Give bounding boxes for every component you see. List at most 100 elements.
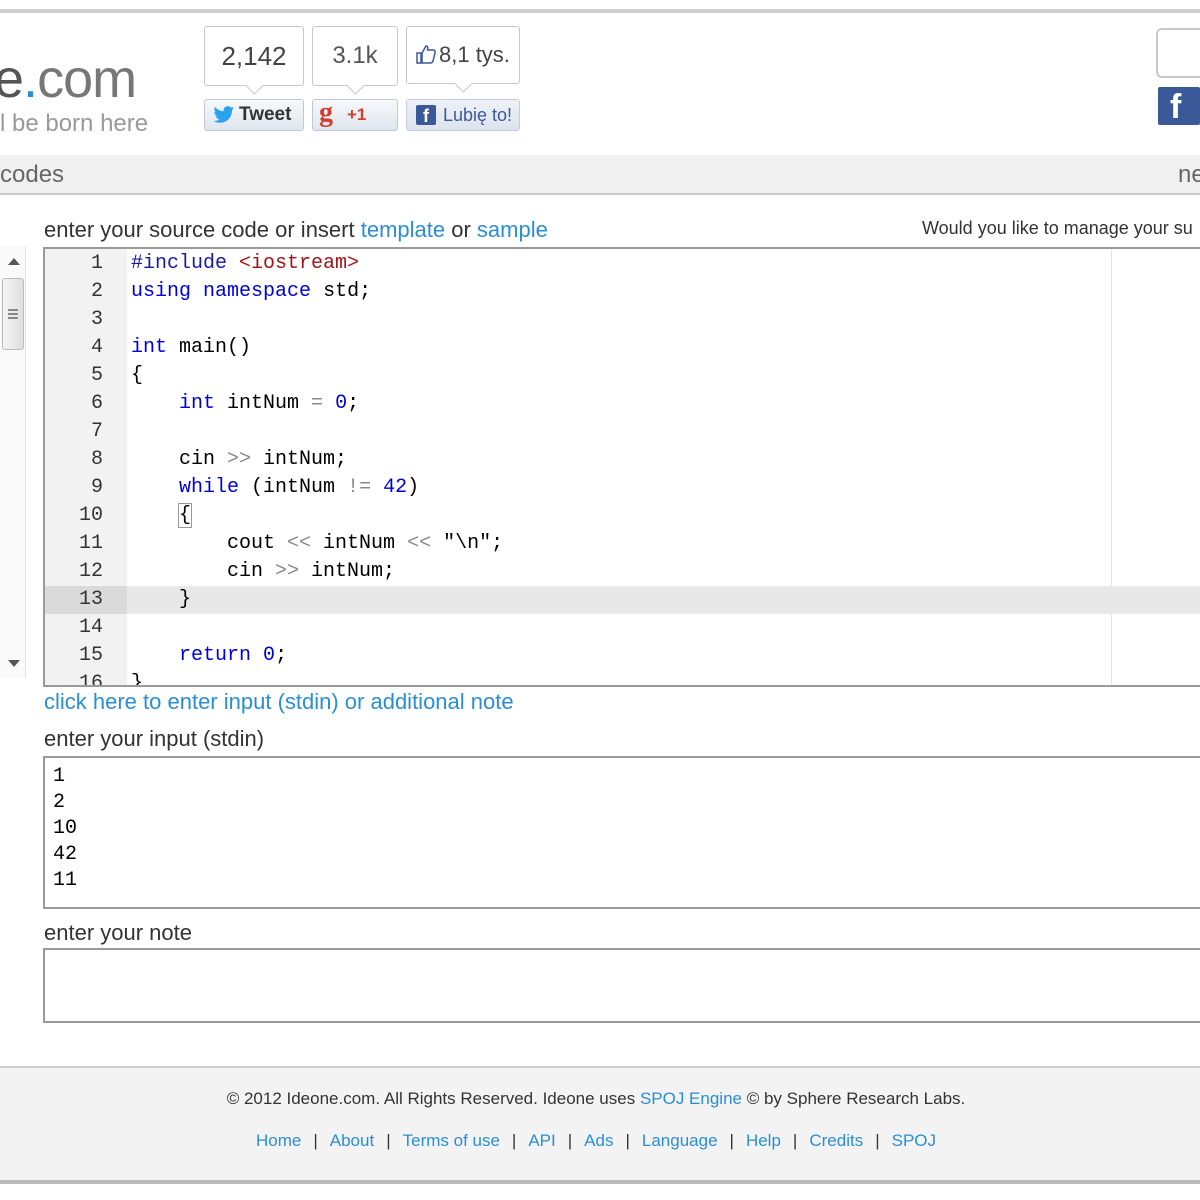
- code-text[interactable]: cout << intNum << "\n";: [131, 530, 503, 558]
- line-number: 3: [90, 308, 103, 331]
- facebook-like-button[interactable]: f Lubię to!: [406, 99, 520, 131]
- code-text[interactable]: cin >> intNum;: [131, 558, 395, 586]
- code-line[interactable]: 14: [45, 614, 1200, 642]
- line-number: 9: [90, 476, 103, 499]
- source-code-editor[interactable]: 1 #include <iostream> 2 using namespace std…: [43, 247, 1200, 687]
- nav-item-codes[interactable]: codes: [0, 161, 64, 189]
- nav-item-new[interactable]: ne: [1178, 161, 1200, 189]
- code-text[interactable]: }: [131, 586, 191, 614]
- footer-link-credits[interactable]: Credits: [809, 1131, 863, 1150]
- site-footer: © 2012 Ideone.com. All Rights Reserved. …: [0, 1066, 1200, 1180]
- editor-scrollbar[interactable]: [0, 246, 26, 678]
- code-text[interactable]: #include <iostream>: [131, 250, 359, 278]
- site-header: e.com l be born here 2,142 3.1k 8,1 tys.…: [0, 13, 1200, 155]
- code-text[interactable]: cin >> intNum;: [131, 446, 347, 474]
- footer-separator: |: [729, 1131, 734, 1150]
- code-line[interactable]: 3: [45, 306, 1200, 334]
- code-line[interactable]: 15 return 0;: [45, 642, 1200, 670]
- stdin-line: 10: [53, 817, 78, 840]
- gplus-button[interactable]: g +1: [312, 98, 398, 131]
- twitter-bird-icon: [213, 106, 235, 123]
- site-slogan: l be born here: [0, 110, 149, 137]
- footer-links: Home | About | Terms of use | API | Ads | Language…: [0, 1130, 1192, 1152]
- site-logo[interactable]: e.com: [0, 49, 137, 109]
- note-textarea[interactable]: [43, 948, 1200, 1023]
- footer-separator: |: [625, 1131, 630, 1150]
- facebook-like-count: 8,1 tys.: [406, 26, 520, 84]
- line-number: 6: [90, 392, 103, 415]
- line-number: 4: [90, 336, 103, 359]
- code-line[interactable]: 2 using namespace std;: [45, 278, 1200, 306]
- footer-separator: |: [567, 1131, 573, 1150]
- scroll-down-arrow-icon[interactable]: [8, 660, 20, 667]
- logo-dot: .: [23, 49, 38, 109]
- code-line[interactable]: 12 cin >> intNum;: [45, 558, 1200, 586]
- footer-link-language[interactable]: Language: [642, 1131, 718, 1150]
- toggle-input-link[interactable]: click here to enter input (stdin) or add…: [44, 688, 514, 716]
- footer-separator: |: [313, 1131, 318, 1150]
- spoj-engine-link[interactable]: SPOJ Engine: [640, 1089, 742, 1108]
- stdin-textarea[interactable]: 1 2 10 42 11: [43, 756, 1200, 909]
- footer-link-help[interactable]: Help: [746, 1131, 781, 1150]
- footer-link-spoj[interactable]: SPOJ: [892, 1131, 936, 1150]
- footer-link-terms-of-use[interactable]: Terms of use: [403, 1131, 500, 1150]
- stdin-label: enter your input (stdin): [44, 726, 265, 751]
- window-bottom-border-line: [0, 1180, 1200, 1184]
- code-line[interactable]: 11 cout << intNum << "\n";: [45, 530, 1200, 558]
- facebook-f-icon: f: [416, 105, 436, 126]
- footer-separator: |: [511, 1131, 517, 1150]
- code-line[interactable]: 16}: [45, 670, 1200, 687]
- footer-link-api[interactable]: API: [528, 1131, 555, 1150]
- footer-link-ads[interactable]: Ads: [584, 1131, 613, 1150]
- scroll-up-arrow-icon[interactable]: [8, 258, 20, 265]
- code-line[interactable]: 4 int main(): [45, 334, 1200, 362]
- code-line[interactable]: 7: [45, 418, 1200, 446]
- twitter-share-count: 2,142: [204, 26, 304, 86]
- login-input-box[interactable]: [1156, 28, 1200, 78]
- code-text[interactable]: return 0;: [131, 642, 287, 670]
- stdin-line: 2: [53, 791, 66, 814]
- tweet-button[interactable]: Tweet: [204, 99, 304, 131]
- logo-letter: e: [0, 49, 24, 109]
- code-line[interactable]: 5{: [45, 362, 1200, 390]
- code-text[interactable]: }: [131, 670, 143, 685]
- line-number: 11: [78, 532, 103, 555]
- facebook-icon: f: [1170, 88, 1182, 126]
- line-number: 1: [90, 252, 103, 275]
- stdin-line: 1: [53, 765, 66, 788]
- code-line[interactable]: 10 {: [45, 502, 1200, 530]
- line-number: 15: [78, 644, 103, 667]
- note-label: enter your note: [44, 920, 192, 945]
- scrollbar-thumb[interactable]: [2, 278, 24, 350]
- facebook-login-button[interactable]: f: [1158, 87, 1200, 126]
- line-number: 12: [78, 560, 103, 583]
- copyright-prefix: © 2012 Ideone.com. All Rights Reserved. …: [226, 1089, 640, 1108]
- footer-link-about[interactable]: About: [330, 1131, 374, 1150]
- code-text[interactable]: int intNum = 0;: [131, 390, 359, 418]
- code-text[interactable]: using namespace std;: [131, 278, 371, 306]
- footer-link-home[interactable]: Home: [256, 1131, 301, 1150]
- footer-separator: |: [875, 1131, 880, 1150]
- editor-prompt-text: enter your source code or insert: [44, 217, 361, 242]
- code-line[interactable]: 1 #include <iostream>: [45, 250, 1200, 278]
- line-number: 2: [90, 280, 103, 303]
- stdin-line: 42: [53, 843, 78, 866]
- code-line[interactable]: 8 cin >> intNum;: [45, 446, 1200, 474]
- code-text[interactable]: {: [131, 362, 143, 390]
- code-text[interactable]: {: [131, 502, 193, 530]
- facebook-like-label: Lubię to!: [443, 105, 513, 125]
- manage-submissions-text[interactable]: Would you like to manage your su: [922, 216, 1193, 240]
- line-number: 16: [78, 672, 103, 687]
- code-line[interactable]: 6 int intNum = 0;: [45, 390, 1200, 418]
- line-number: 5: [90, 364, 103, 387]
- footer-separator: |: [792, 1131, 798, 1150]
- code-line[interactable]: 9 while (intNum != 42): [45, 474, 1200, 502]
- stdin-line: 11: [53, 869, 78, 892]
- code-text[interactable]: int main(): [131, 334, 251, 362]
- template-link[interactable]: template: [361, 217, 445, 242]
- code-line[interactable]: 13 }: [45, 586, 1200, 614]
- sample-link[interactable]: sample: [477, 217, 548, 242]
- copyright-suffix: © by Sphere Research Labs.: [742, 1089, 966, 1108]
- code-text[interactable]: while (intNum != 42): [131, 474, 419, 502]
- line-number: 13: [45, 586, 127, 614]
